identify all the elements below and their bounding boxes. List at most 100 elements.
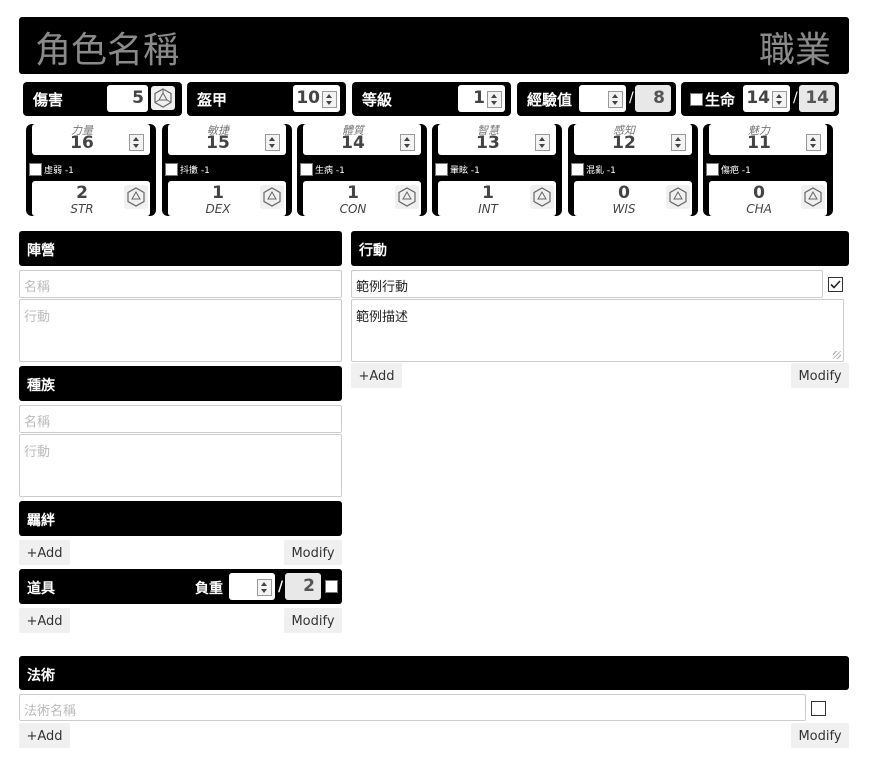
- gear-modify-button[interactable]: Modify: [284, 608, 342, 633]
- bonds-add-button[interactable]: +Add: [19, 540, 70, 565]
- spells-add-button[interactable]: +Add: [19, 723, 70, 748]
- hp-checkbox[interactable]: [690, 93, 703, 106]
- xp-slash: /: [629, 90, 634, 106]
- debuff-checkbox[interactable]: [571, 163, 584, 176]
- ability-modifier-field: 1 INT: [438, 181, 556, 216]
- ability-score-field[interactable]: 體質 14: [303, 124, 421, 155]
- debuff-checkbox[interactable]: [29, 163, 42, 176]
- xp-label: 經驗值: [527, 91, 573, 109]
- spell-name-placeholder: 法術名稱: [24, 704, 77, 719]
- damage-label: 傷害: [33, 91, 64, 109]
- ability-spinner[interactable]: [671, 134, 686, 151]
- level-stat: 等級 1: [352, 82, 511, 116]
- gear-header: 道具 負重 / 2: [19, 569, 342, 604]
- ability-score-field[interactable]: 敏捷 15: [168, 124, 286, 155]
- hp-field[interactable]: 14: [743, 85, 790, 112]
- ability-abbr: INT: [478, 202, 498, 216]
- ability-modifier-field: 1 CON: [303, 181, 421, 216]
- class-name-field[interactable]: 職業: [759, 21, 831, 73]
- ability-spinner[interactable]: [129, 134, 144, 151]
- ability-spinner[interactable]: [806, 134, 821, 151]
- hp-max-value: 14: [805, 88, 829, 108]
- roll-dice-icon[interactable]: [124, 185, 148, 209]
- ability-score-field[interactable]: 感知 12: [574, 124, 692, 155]
- debuff-checkbox[interactable]: [706, 163, 719, 176]
- debuff-checkbox[interactable]: [435, 163, 448, 176]
- debuff-checkbox[interactable]: [300, 163, 313, 176]
- moves-add-button[interactable]: +Add: [351, 363, 402, 388]
- race-action-placeholder: 行動: [24, 445, 51, 460]
- hp-slash: /: [793, 90, 798, 106]
- ability-spinner[interactable]: [265, 134, 280, 151]
- gear-load-max: 2: [303, 576, 315, 596]
- ability-score: 14: [341, 133, 365, 153]
- character-name-field[interactable]: 角色名稱: [35, 21, 179, 73]
- spell-name-input[interactable]: 法術名稱: [19, 694, 806, 721]
- gear-load-label: 負重: [195, 581, 223, 597]
- hp-value: 14: [746, 88, 770, 108]
- ability-modifier-field: 1 DEX: [168, 181, 286, 216]
- gear-load-max-field: 2: [285, 573, 321, 600]
- debuff-label: 生病 -1: [315, 166, 345, 176]
- move-desc-textarea[interactable]: 範例描述: [351, 299, 844, 362]
- ability-score: 11: [747, 133, 771, 153]
- race-name-input[interactable]: 名稱: [19, 405, 342, 433]
- ability-dex: 敏捷 15 抖擻 -1 1 DEX: [162, 124, 292, 216]
- roll-dice-icon[interactable]: [801, 185, 825, 209]
- debuff-label: 抖擻 -1: [180, 166, 210, 176]
- resize-handle-icon[interactable]: [833, 351, 841, 359]
- debuff-label: 傷疤 -1: [721, 166, 751, 176]
- armor-spinner[interactable]: [322, 91, 337, 108]
- ability-con: 體質 14 生病 -1 1 CON: [297, 124, 427, 216]
- level-field[interactable]: 1: [458, 85, 505, 112]
- armor-field[interactable]: 10: [293, 85, 340, 112]
- gear-add-button[interactable]: +Add: [19, 608, 70, 633]
- alignment-action-textarea[interactable]: 行動: [19, 299, 342, 362]
- hp-spinner[interactable]: [772, 91, 787, 108]
- roll-dice-icon[interactable]: [530, 185, 554, 209]
- ability-abbr: DEX: [205, 202, 231, 216]
- ability-score-field[interactable]: 智慧 13: [438, 124, 556, 155]
- move-name-value: 範例行動: [356, 280, 409, 295]
- ability-cha: 魅力 11 傷疤 -1 0 CHA: [703, 124, 833, 216]
- gear-checkbox[interactable]: [325, 580, 338, 593]
- gear-load-field[interactable]: [229, 573, 275, 600]
- damage-dice-icon[interactable]: [151, 86, 175, 110]
- spell-checkbox[interactable]: [811, 701, 826, 716]
- damage-field[interactable]: 5: [107, 85, 148, 112]
- gear-modify-label: Modify: [291, 614, 335, 629]
- gear-load-spinner[interactable]: [257, 579, 272, 596]
- moves-title: 行動: [359, 243, 387, 259]
- ability-str: 力量 16 虛弱 -1 2 STR: [26, 124, 156, 216]
- move-name-input[interactable]: 範例行動: [351, 270, 823, 298]
- spells-add-label: +Add: [26, 729, 63, 744]
- roll-dice-icon[interactable]: [260, 185, 284, 209]
- ability-spinner[interactable]: [400, 134, 415, 151]
- roll-dice-icon[interactable]: [666, 185, 690, 209]
- bonds-modify-button[interactable]: Modify: [284, 540, 342, 565]
- xp-spinner[interactable]: [608, 91, 623, 108]
- roll-dice-icon[interactable]: [395, 185, 419, 209]
- ability-modifier-field: 0 CHA: [709, 181, 827, 216]
- ability-modifier: 1: [212, 183, 224, 203]
- spells-header: 法術: [19, 656, 849, 690]
- ability-score-field[interactable]: 力量 16: [32, 124, 150, 155]
- move-checked-checkbox[interactable]: [828, 277, 843, 292]
- race-action-textarea[interactable]: 行動: [19, 434, 342, 497]
- spells-modify-button[interactable]: Modify: [791, 723, 849, 748]
- alignment-name-input[interactable]: 名稱: [19, 270, 342, 298]
- level-label: 等級: [362, 91, 393, 109]
- level-spinner[interactable]: [487, 91, 502, 108]
- xp-field[interactable]: [579, 85, 626, 112]
- gear-title: 道具: [27, 581, 55, 597]
- debuff-checkbox[interactable]: [165, 163, 178, 176]
- moves-add-label: +Add: [358, 369, 395, 384]
- debuff-label: 混亂 -1: [586, 166, 616, 176]
- ability-score: 12: [612, 133, 636, 153]
- moves-modify-button[interactable]: Modify: [791, 363, 849, 388]
- ability-spinner[interactable]: [535, 134, 550, 151]
- ability-score-field[interactable]: 魅力 11: [709, 124, 827, 155]
- armor-stat: 盔甲 10: [187, 82, 346, 116]
- ability-abbr: CHA: [746, 202, 772, 216]
- gear-slash: /: [278, 579, 284, 595]
